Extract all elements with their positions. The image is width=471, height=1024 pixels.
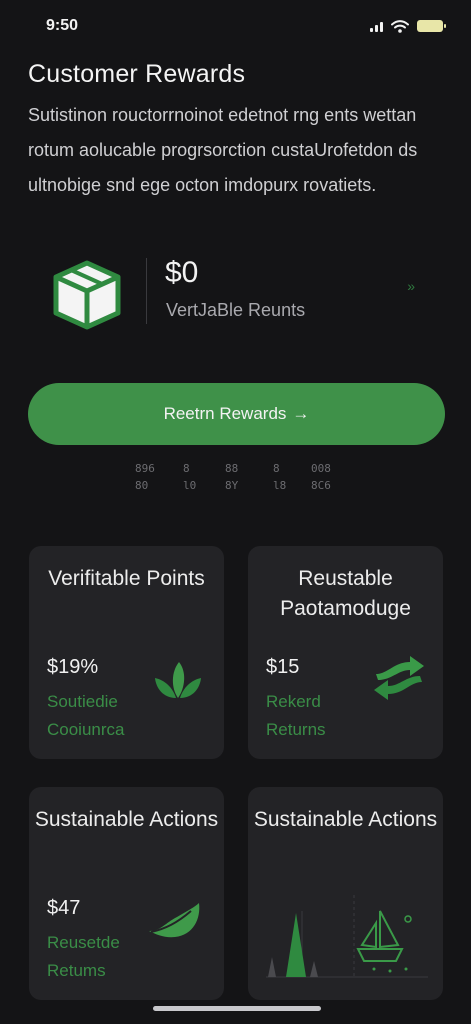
wifi-icon bbox=[391, 19, 409, 33]
reward-card-sustainable-actions-chart[interactable]: Sustainable Actions bbox=[248, 787, 443, 1000]
stat-cell: 80 bbox=[135, 479, 149, 492]
stat-cell: 8 bbox=[183, 462, 190, 475]
stat-cell: 88 bbox=[225, 462, 239, 475]
card-subtitle: Rekerd Returns bbox=[266, 692, 326, 739]
stat-cell: 8 bbox=[273, 462, 280, 475]
stats-grid: 896 8 88 8 008 80 l0 8Y l8 8C6 bbox=[135, 462, 345, 492]
card-title: Sustainable Actions bbox=[34, 808, 219, 831]
battery-icon bbox=[417, 20, 446, 32]
status-time: 9:50 bbox=[46, 17, 79, 34]
redeem-button-label: Reetrn Rewards bbox=[163, 404, 287, 423]
balance-label: VertJaBle Reunts bbox=[166, 300, 306, 320]
box-icon bbox=[53, 260, 121, 330]
reward-card-reusable[interactable]: Reustable Paotamoduge $15 Rekerd Returns bbox=[248, 546, 443, 759]
stat-cell: 8Y bbox=[225, 479, 239, 492]
card-title: Verifitable Points bbox=[48, 567, 205, 590]
stat-cell: 008 bbox=[311, 462, 331, 475]
arrow-right-icon: → bbox=[292, 404, 310, 423]
reward-card-verifiable-points[interactable]: Verifitable Points $19% Soutiedie Cooiun… bbox=[29, 546, 224, 759]
balance-row[interactable]: $0 VertJaBle Reunts » bbox=[28, 250, 443, 340]
balance-divider bbox=[146, 258, 147, 324]
sailboat-chart-icon bbox=[266, 895, 428, 978]
leaf-sprout-icon bbox=[155, 662, 201, 698]
stat-cell: 8C6 bbox=[311, 479, 331, 492]
card-value: $15 bbox=[266, 656, 300, 678]
reward-card-sustainable-actions[interactable]: Sustainable Actions $47 Reusetde Retums bbox=[29, 787, 224, 1000]
chevron-right-icon[interactable]: » bbox=[407, 278, 415, 294]
signal-icon bbox=[370, 20, 383, 32]
page-title: Customer Rewards bbox=[28, 60, 246, 88]
balance-amount: $0 bbox=[165, 256, 199, 289]
redeem-rewards-button[interactable]: Reetrn Rewards → bbox=[28, 383, 445, 445]
status-icons bbox=[370, 19, 446, 33]
stat-cell: 896 bbox=[135, 462, 155, 475]
card-subtitle: Reusetde Retums bbox=[47, 933, 120, 980]
exchange-arrows-icon bbox=[374, 656, 424, 700]
stat-cell: l0 bbox=[183, 479, 197, 492]
card-title: Reustable Paotamoduge bbox=[280, 567, 411, 620]
page-description: Sutistinon rouctorrnoinot edetnot rng en… bbox=[28, 105, 418, 195]
home-indicator[interactable] bbox=[153, 1006, 321, 1011]
card-value: $19% bbox=[47, 656, 99, 678]
card-title: Sustainable Actions bbox=[253, 808, 438, 831]
status-bar: 9:50 bbox=[0, 0, 471, 52]
stat-cell: l8 bbox=[273, 479, 287, 492]
card-subtitle: Soutiedie Cooiunrca bbox=[47, 692, 125, 739]
card-value: $47 bbox=[47, 897, 81, 919]
leaf-icon bbox=[149, 903, 200, 938]
